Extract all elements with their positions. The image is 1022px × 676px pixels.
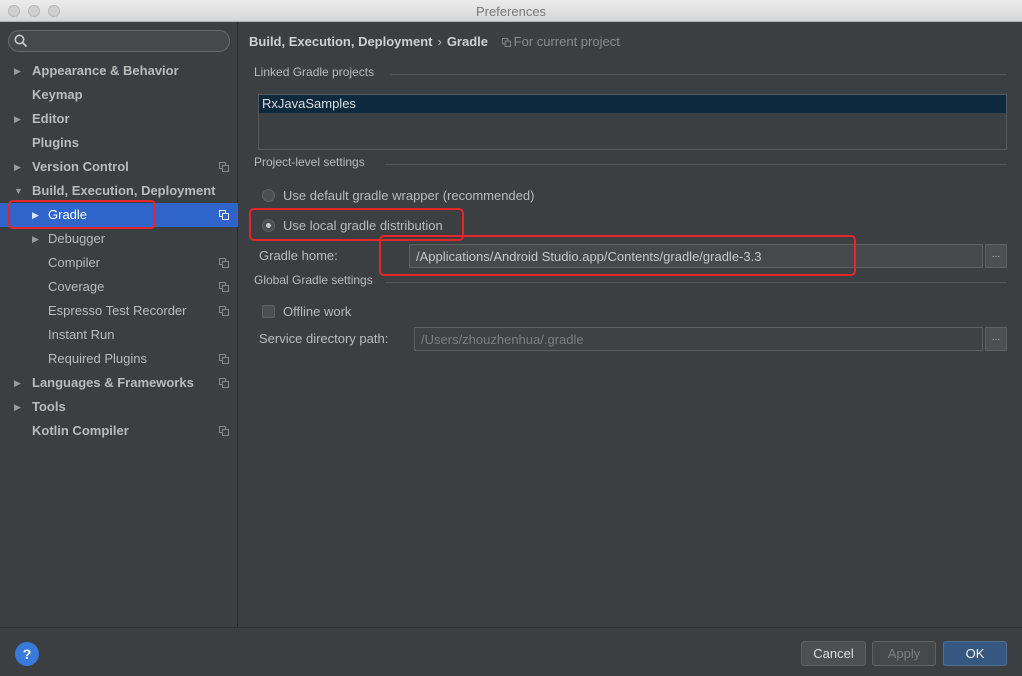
offline-work-label: Offline work bbox=[283, 304, 352, 319]
section-divider bbox=[390, 74, 1007, 75]
breadcrumb-parent[interactable]: Build, Execution, Deployment bbox=[249, 34, 432, 49]
sidebar-item-label: Gradle bbox=[48, 207, 88, 222]
search-icon bbox=[14, 34, 28, 48]
sidebar-item-label: Appearance & Behavior bbox=[32, 63, 179, 78]
sidebar-item-label: Espresso Test Recorder bbox=[48, 303, 187, 318]
sidebar-item-plugins[interactable]: Plugins bbox=[0, 131, 238, 155]
sidebar-item-appearance-behavior[interactable]: ▶ Appearance & Behavior bbox=[0, 59, 238, 83]
sidebar-item-instant-run[interactable]: Instant Run bbox=[0, 323, 238, 347]
expand-arrow-icon[interactable]: ▶ bbox=[14, 107, 21, 131]
section-divider bbox=[385, 164, 1007, 165]
sidebar-item-build-execution-deployment[interactable]: ▼ Build, Execution, Deployment bbox=[0, 179, 238, 203]
sidebar-item-editor[interactable]: ▶ Editor bbox=[0, 107, 238, 131]
default-wrapper-radio[interactable] bbox=[262, 189, 275, 202]
expand-arrow-icon[interactable]: ▶ bbox=[14, 59, 21, 83]
sidebar-item-label: Languages & Frameworks bbox=[32, 375, 194, 390]
sidebar-item-label: Build, Execution, Deployment bbox=[32, 183, 216, 198]
default-wrapper-option[interactable]: Use default gradle wrapper (recommended) bbox=[262, 187, 534, 205]
sidebar-item-label: Debugger bbox=[48, 231, 106, 246]
global-settings-title: Global Gradle settings bbox=[254, 273, 373, 287]
gradle-home-field[interactable] bbox=[409, 244, 983, 268]
breadcrumb-current: Gradle bbox=[446, 34, 488, 49]
dialog-footer: ? Cancel Apply OK bbox=[0, 627, 1022, 676]
default-wrapper-label: Use default gradle wrapper (recommended) bbox=[283, 188, 535, 203]
project-scope-icon bbox=[219, 378, 229, 388]
project-scope-icon bbox=[219, 210, 229, 220]
sidebar-item-kotlin-compiler[interactable]: Kotlin Compiler bbox=[0, 419, 238, 443]
project-scope-icon bbox=[219, 306, 229, 316]
settings-content: Build, Execution, Deployment › Gradle For … bbox=[239, 22, 1022, 627]
sidebar-item-languages-frameworks[interactable]: ▶ Languages & Frameworks bbox=[0, 371, 238, 395]
project-scope-icon bbox=[219, 282, 229, 292]
sidebar-item-label: Tools bbox=[32, 399, 66, 414]
sidebar-item-compiler[interactable]: Compiler bbox=[0, 251, 238, 275]
settings-sidebar: ▶ Appearance & Behavior Keymap ▶ Editor … bbox=[0, 22, 238, 627]
window-title: Preferences bbox=[475, 4, 547, 19]
offline-work-option[interactable]: Offline work bbox=[262, 303, 351, 321]
linked-projects-title: Linked Gradle projects bbox=[254, 65, 375, 79]
local-distribution-label: Use local gradle distribution bbox=[283, 218, 443, 233]
expand-arrow-icon[interactable]: ▶ bbox=[32, 203, 39, 227]
help-button[interactable]: ? bbox=[15, 642, 39, 666]
sidebar-item-keymap[interactable]: Keymap bbox=[0, 83, 238, 107]
linked-projects-list[interactable]: RxJavaSamples bbox=[258, 94, 1007, 150]
apply-button[interactable]: Apply bbox=[872, 641, 936, 666]
sidebar-item-gradle[interactable]: ▶ Gradle bbox=[0, 203, 238, 227]
search-input[interactable] bbox=[31, 33, 223, 49]
sidebar-item-label: Coverage bbox=[48, 279, 105, 294]
list-item[interactable]: RxJavaSamples bbox=[259, 95, 1006, 113]
gradle-home-browse-button[interactable]: ... bbox=[985, 244, 1007, 268]
service-directory-field[interactable] bbox=[414, 327, 983, 351]
sidebar-item-coverage[interactable]: Coverage bbox=[0, 275, 238, 299]
section-divider bbox=[385, 282, 1007, 283]
sidebar-item-espresso-test-recorder[interactable]: Espresso Test Recorder bbox=[0, 299, 238, 323]
expand-arrow-icon[interactable]: ▶ bbox=[14, 371, 21, 395]
project-scope-icon bbox=[219, 354, 229, 364]
sidebar-item-label: Keymap bbox=[32, 87, 83, 102]
gradle-home-label: Gradle home: bbox=[259, 248, 338, 263]
project-scope-icon bbox=[219, 162, 229, 172]
sidebar-item-label: Version Control bbox=[32, 159, 129, 174]
sidebar-item-label: Compiler bbox=[48, 255, 101, 270]
expand-arrow-icon[interactable]: ▶ bbox=[32, 227, 39, 251]
project-level-settings-title: Project-level settings bbox=[254, 155, 365, 169]
collapse-arrow-icon[interactable]: ▼ bbox=[14, 179, 23, 203]
service-directory-label: Service directory path: bbox=[259, 331, 389, 346]
project-scope-icon bbox=[501, 38, 511, 47]
local-distribution-radio[interactable] bbox=[262, 219, 275, 232]
title-bar: Preferences bbox=[0, 0, 1022, 22]
breadcrumb: Build, Execution, Deployment › Gradle For … bbox=[249, 34, 620, 49]
expand-arrow-icon[interactable]: ▶ bbox=[14, 155, 21, 179]
expand-arrow-icon[interactable]: ▶ bbox=[14, 395, 21, 419]
sidebar-item-required-plugins[interactable]: Required Plugins bbox=[0, 347, 238, 371]
sidebar-item-label: Required Plugins bbox=[48, 351, 148, 366]
sidebar-item-debugger[interactable]: ▶ Debugger bbox=[0, 227, 238, 251]
sidebar-item-tools[interactable]: ▶ Tools bbox=[0, 395, 238, 419]
sidebar-item-label: Editor bbox=[32, 111, 70, 126]
cancel-button[interactable]: Cancel bbox=[801, 641, 866, 666]
service-directory-browse-button[interactable]: ... bbox=[985, 327, 1007, 351]
project-scope-icon bbox=[219, 258, 229, 268]
breadcrumb-separator: › bbox=[437, 34, 442, 49]
sidebar-item-label: Plugins bbox=[32, 135, 79, 150]
sidebar-item-label: Instant Run bbox=[48, 327, 115, 342]
project-scope-icon bbox=[219, 426, 229, 436]
scope-label: For current project bbox=[513, 34, 620, 49]
ok-button[interactable]: OK bbox=[943, 641, 1007, 666]
search-box[interactable] bbox=[8, 30, 230, 52]
local-distribution-option[interactable]: Use local gradle distribution bbox=[262, 217, 443, 235]
sidebar-item-label: Kotlin Compiler bbox=[32, 423, 129, 438]
offline-work-checkbox[interactable] bbox=[262, 305, 275, 318]
sidebar-item-version-control[interactable]: ▶ Version Control bbox=[0, 155, 238, 179]
